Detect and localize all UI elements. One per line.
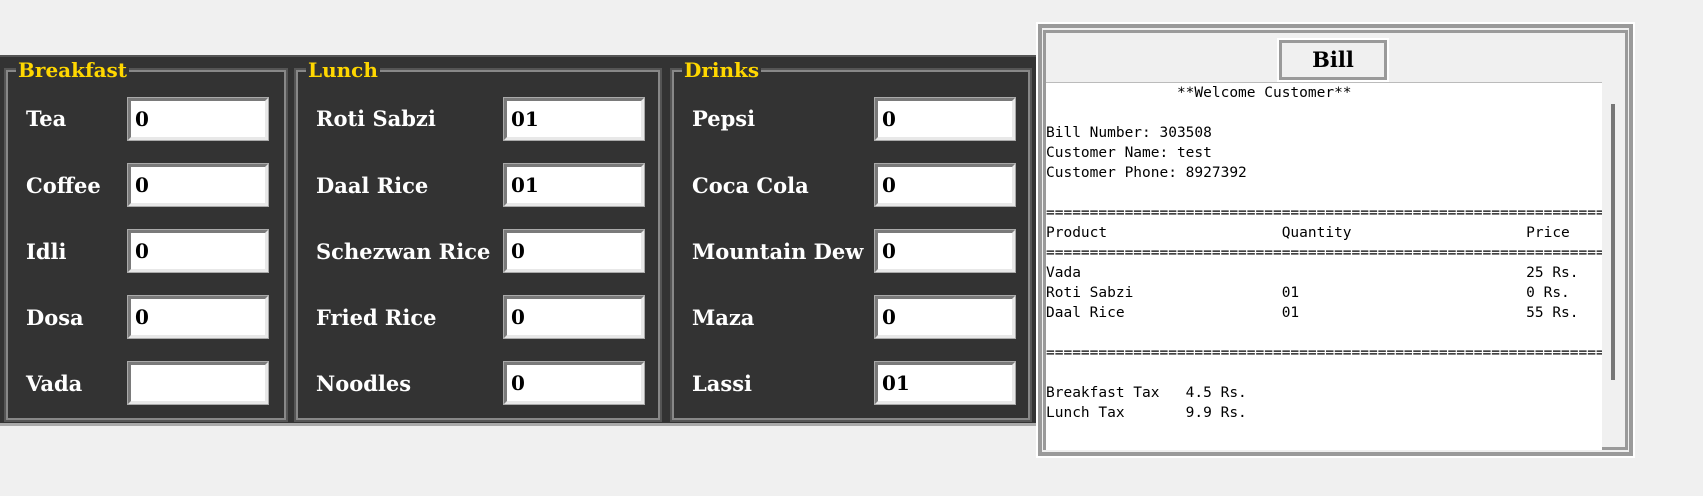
lunch-label-daal-rice: Daal Rice: [316, 173, 429, 198]
breakfast-title: Breakfast: [16, 58, 130, 82]
breakfast-label-coffee: Coffee: [26, 173, 101, 198]
drinks-label-pepsi: Pepsi: [692, 106, 756, 131]
bill-line: [1046, 183, 1602, 203]
bill-line: Customer Phone: 8927392: [1046, 165, 1247, 181]
schezwan-rice-quantity-input[interactable]: [503, 229, 645, 273]
breakfast-label-dosa: Dosa: [26, 305, 84, 330]
bill-line: ========================================…: [1046, 205, 1602, 221]
roti-sabzi-quantity-input[interactable]: [503, 97, 645, 141]
lunch-title: Lunch: [306, 58, 380, 82]
bill-scrollbar[interactable]: [1611, 104, 1615, 380]
lunch-label-fried-rice: Fried Rice: [316, 305, 437, 330]
daal-rice-quantity-input[interactable]: [503, 163, 645, 207]
bill-line: [1046, 103, 1602, 123]
lassi-quantity-input[interactable]: [874, 361, 1016, 405]
dosa-quantity-input[interactable]: [127, 295, 269, 339]
bill-line: Breakfast Tax 4.5 Rs.: [1046, 385, 1247, 401]
breakfast-label-idli: Idli: [26, 239, 67, 264]
mountain-dew-quantity-input[interactable]: [874, 229, 1016, 273]
drinks-title: Drinks: [682, 58, 762, 82]
coffee-quantity-input[interactable]: [127, 163, 269, 207]
bill-line: Daal Rice 01 55 Rs.: [1046, 305, 1579, 321]
pepsi-quantity-input[interactable]: [874, 97, 1016, 141]
bill-line: Vada 25 Rs.: [1046, 265, 1579, 281]
breakfast-label-vada: Vada: [26, 371, 83, 396]
breakfast-label-tea: Tea: [26, 106, 67, 131]
bill-line: Product Quantity Price: [1046, 225, 1570, 241]
bill-line: Lunch Tax 9.9 Rs.: [1046, 405, 1247, 421]
drinks-label-mountain-dew: Mountain Dew: [692, 239, 864, 264]
bill-line: **Welcome Customer**: [1046, 85, 1352, 101]
coca-cola-quantity-input[interactable]: [874, 163, 1016, 207]
bill-line: ========================================…: [1046, 245, 1602, 261]
lunch-label-noodles: Noodles: [316, 371, 412, 396]
bill-textarea[interactable]: **Welcome Customer** Bill Number: 303508 C…: [1046, 82, 1602, 450]
vada-quantity-input[interactable]: [127, 361, 269, 405]
lunch-label-roti-sabzi: Roti Sabzi: [316, 106, 436, 131]
bill-area-title: Bill Area: [1277, 38, 1389, 106]
drinks-label-maza: Maza: [692, 305, 755, 330]
bill-line: [1046, 363, 1602, 383]
bill-line: Customer Name: test: [1046, 145, 1212, 161]
noodles-quantity-input[interactable]: [503, 361, 645, 405]
maza-quantity-input[interactable]: [874, 295, 1016, 339]
bill-line: Bill Number: 303508: [1046, 125, 1212, 141]
bill-line: ========================================…: [1046, 345, 1602, 361]
idli-quantity-input[interactable]: [127, 229, 269, 273]
drinks-label-lassi: Lassi: [692, 371, 752, 396]
bill-line: Roti Sabzi 01 0 Rs.: [1046, 285, 1570, 301]
tea-quantity-input[interactable]: [127, 97, 269, 141]
fried-rice-quantity-input[interactable]: [503, 295, 645, 339]
drinks-label-coca-cola: Coca Cola: [692, 173, 809, 198]
lunch-label-schezwan-rice: Schezwan Rice: [316, 239, 491, 264]
bill-line: [1046, 323, 1602, 343]
